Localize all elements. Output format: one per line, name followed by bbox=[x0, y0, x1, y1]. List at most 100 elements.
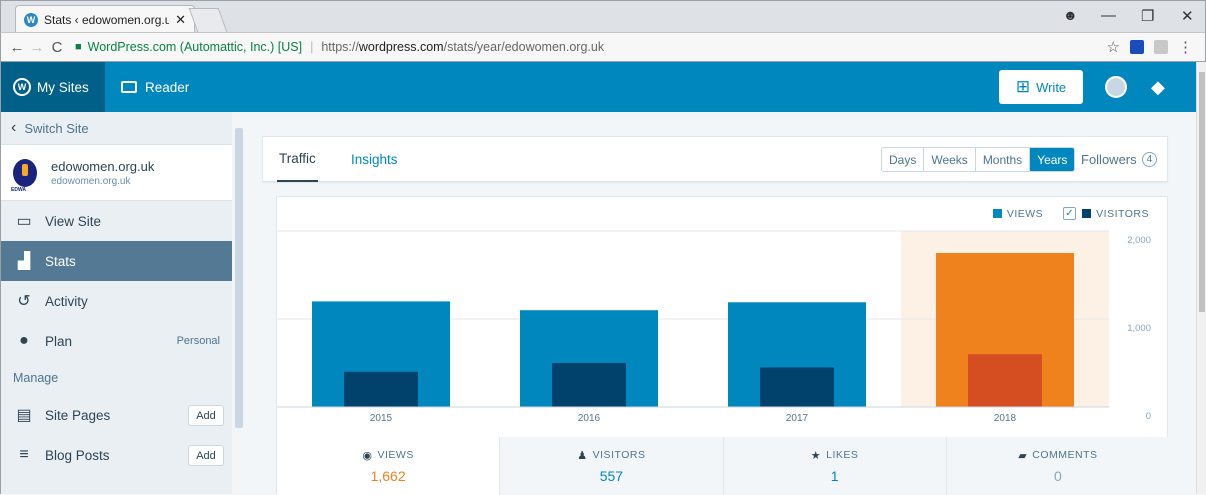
sidebar-item-label: View Site bbox=[45, 213, 102, 229]
summary-tab-visitors[interactable]: ♟ VISITORS 557 bbox=[500, 437, 724, 495]
sidebar-item-plan[interactable]: ● Plan Personal bbox=[1, 321, 232, 361]
x-tick-label: 2015 bbox=[370, 413, 393, 424]
notifications-icon[interactable]: ◆ bbox=[1151, 77, 1165, 98]
summary-label-text: COMMENTS bbox=[1032, 449, 1098, 461]
summary-tab-likes[interactable]: ★ LIKES 1 bbox=[723, 437, 947, 495]
extension-icon[interactable] bbox=[1130, 40, 1144, 54]
bookmark-star-icon[interactable]: ☆ bbox=[1107, 38, 1120, 56]
sidebar-item-site-pages[interactable]: ▤ Site Pages Add bbox=[1, 395, 232, 435]
summary-value: 1 bbox=[830, 467, 839, 484]
sidebar-item-stats[interactable]: ▟ Stats bbox=[1, 241, 232, 281]
summary-label: ★ LIKES bbox=[811, 449, 859, 462]
period-weeks[interactable]: Weeks bbox=[924, 148, 976, 171]
views-legend-label: VIEWS bbox=[1006, 207, 1044, 220]
visitors-legend-label: VISITORS bbox=[1096, 207, 1149, 220]
page-scrollbar-thumb[interactable] bbox=[1199, 72, 1205, 312]
chart-legend: VIEWS ✓ VISITORS bbox=[992, 207, 1149, 220]
stats-bars-icon: ▟ bbox=[17, 253, 31, 270]
bar-chart: 2,000 1,000 0 2015 2016 2017 2018 bbox=[277, 230, 1151, 424]
extension-icon[interactable] bbox=[1154, 40, 1168, 54]
my-sites-button[interactable]: W My Sites bbox=[1, 62, 105, 112]
period-days[interactable]: Days bbox=[882, 148, 925, 171]
visitors-bar bbox=[968, 354, 1042, 407]
avatar[interactable] bbox=[1105, 76, 1127, 98]
summary-tab-comments[interactable]: ▰ COMMENTS 0 bbox=[946, 437, 1169, 495]
sidebar-item-label: Plan bbox=[45, 333, 73, 349]
followers-label: Followers bbox=[1081, 152, 1137, 167]
write-label: Write bbox=[1036, 79, 1067, 95]
chart-card: 2,000 1,000 0 2015 2016 2017 2018 VIEWS ✓ VISI… bbox=[276, 196, 1169, 495]
chevron-left-icon: ‹ bbox=[11, 119, 17, 136]
summary-tab-views[interactable]: ◉ VIEWS 1,662 bbox=[277, 437, 501, 495]
add-post-button[interactable]: Add bbox=[188, 445, 224, 466]
site-logo: EDWA bbox=[11, 158, 37, 193]
wordpress-logo-icon: W bbox=[13, 78, 31, 96]
summary-value: 1,662 bbox=[370, 467, 406, 484]
manage-heading: Manage bbox=[13, 371, 59, 385]
maximize-button[interactable]: ❐ bbox=[1141, 7, 1154, 25]
switch-site-button[interactable]: ‹ Switch Site bbox=[1, 112, 232, 145]
period-months[interactable]: Months bbox=[975, 148, 1031, 171]
my-sites-label: My Sites bbox=[37, 79, 89, 95]
sidebar-item-blog-posts[interactable]: ≡ Blog Posts Add bbox=[1, 435, 232, 475]
reader-label: Reader bbox=[145, 79, 190, 95]
tab-insights[interactable]: Insights bbox=[351, 137, 398, 182]
x-tick-label: 2018 bbox=[994, 413, 1017, 424]
sidebar: ‹ Switch Site EDWA edowomen.org.uk edowo… bbox=[0, 112, 232, 494]
browser-tab-strip: W Stats ‹ edowomen.org.uk ✕ ☻ — ❐ ✕ bbox=[0, 0, 1206, 33]
url-field[interactable]: ■ WordPress.com (Automattic, Inc.) [US] … bbox=[75, 36, 1107, 58]
sidebar-item-view-site[interactable]: ▭ View Site bbox=[1, 201, 232, 241]
summary-value: 0 bbox=[1053, 467, 1062, 484]
reader-button[interactable]: Reader bbox=[121, 80, 189, 95]
url-scheme: https:// bbox=[321, 40, 359, 54]
reload-button[interactable]: C bbox=[47, 39, 67, 56]
security-label: WordPress.com (Automattic, Inc.) [US] bbox=[87, 40, 303, 54]
y-tick-label: 0 bbox=[1146, 411, 1151, 422]
summary-label: ♟ VISITORS bbox=[577, 449, 645, 462]
address-bar: ← → C ■ WordPress.com (Automattic, Inc.)… bbox=[0, 32, 1206, 62]
browser-tab[interactable]: W Stats ‹ edowomen.org.uk ✕ bbox=[15, 5, 195, 33]
close-window-button[interactable]: ✕ bbox=[1181, 7, 1194, 25]
wordpress-favicon-icon: W bbox=[24, 12, 38, 27]
y-tick-label: 2,000 bbox=[1127, 235, 1151, 246]
period-years[interactable]: Years bbox=[1030, 148, 1075, 171]
sidebar-scrollbar-thumb[interactable] bbox=[235, 128, 243, 428]
y-tick-label: 1,000 bbox=[1127, 323, 1151, 334]
visitors-checkbox[interactable]: ✓ bbox=[1063, 207, 1077, 220]
minimize-button[interactable]: — bbox=[1101, 7, 1116, 24]
site-logo-mark bbox=[22, 163, 28, 176]
site-card[interactable]: EDWA edowomen.org.uk edowomen.org.uk bbox=[1, 145, 232, 201]
star-icon: ★ bbox=[810, 449, 822, 462]
back-button[interactable]: ← bbox=[7, 39, 27, 56]
monitor-icon: ▭ bbox=[16, 213, 32, 230]
followers-count-badge: 4 bbox=[1141, 152, 1158, 167]
masterbar: W My Sites Reader ⊞ Write ◆ bbox=[0, 62, 1206, 112]
write-icon: ⊞ bbox=[1015, 77, 1031, 96]
summary-label: ◉ VIEWS bbox=[362, 449, 413, 462]
visitors-bar bbox=[344, 371, 418, 407]
add-page-button[interactable]: Add bbox=[188, 405, 224, 426]
page-scrollbar[interactable] bbox=[1196, 62, 1206, 494]
period-selector: Days Weeks Months Years bbox=[881, 147, 1076, 172]
x-tick-label: 2017 bbox=[786, 413, 809, 424]
sidebar-item-label: Blog Posts bbox=[45, 447, 110, 463]
posts-icon: ≡ bbox=[19, 446, 29, 463]
sidebar-item-activity[interactable]: ↺ Activity bbox=[1, 281, 232, 321]
forward-button[interactable]: → bbox=[27, 39, 47, 56]
followers-link[interactable]: Followers 4 bbox=[1081, 152, 1158, 167]
site-name: edowomen.org.uk bbox=[51, 158, 155, 174]
close-tab-icon[interactable]: ✕ bbox=[175, 12, 186, 28]
visitors-legend-swatch bbox=[1082, 209, 1092, 218]
person-icon: ♟ bbox=[577, 449, 588, 462]
x-tick-label: 2016 bbox=[578, 413, 601, 424]
visitors-bar bbox=[760, 367, 834, 407]
tab-traffic[interactable]: Traffic bbox=[277, 137, 318, 182]
sidebar-item-label: Site Pages bbox=[45, 407, 111, 423]
sidebar-scrollbar[interactable] bbox=[232, 112, 246, 494]
write-button[interactable]: ⊞ Write bbox=[999, 70, 1083, 104]
profile-icon[interactable]: ☻ bbox=[1063, 7, 1078, 23]
summary-label-text: VISITORS bbox=[592, 449, 646, 461]
sidebar-item-label: Stats bbox=[45, 253, 76, 269]
browser-menu-icon[interactable]: ⋮ bbox=[1178, 38, 1193, 56]
sidebar-item-label: Activity bbox=[45, 293, 88, 309]
